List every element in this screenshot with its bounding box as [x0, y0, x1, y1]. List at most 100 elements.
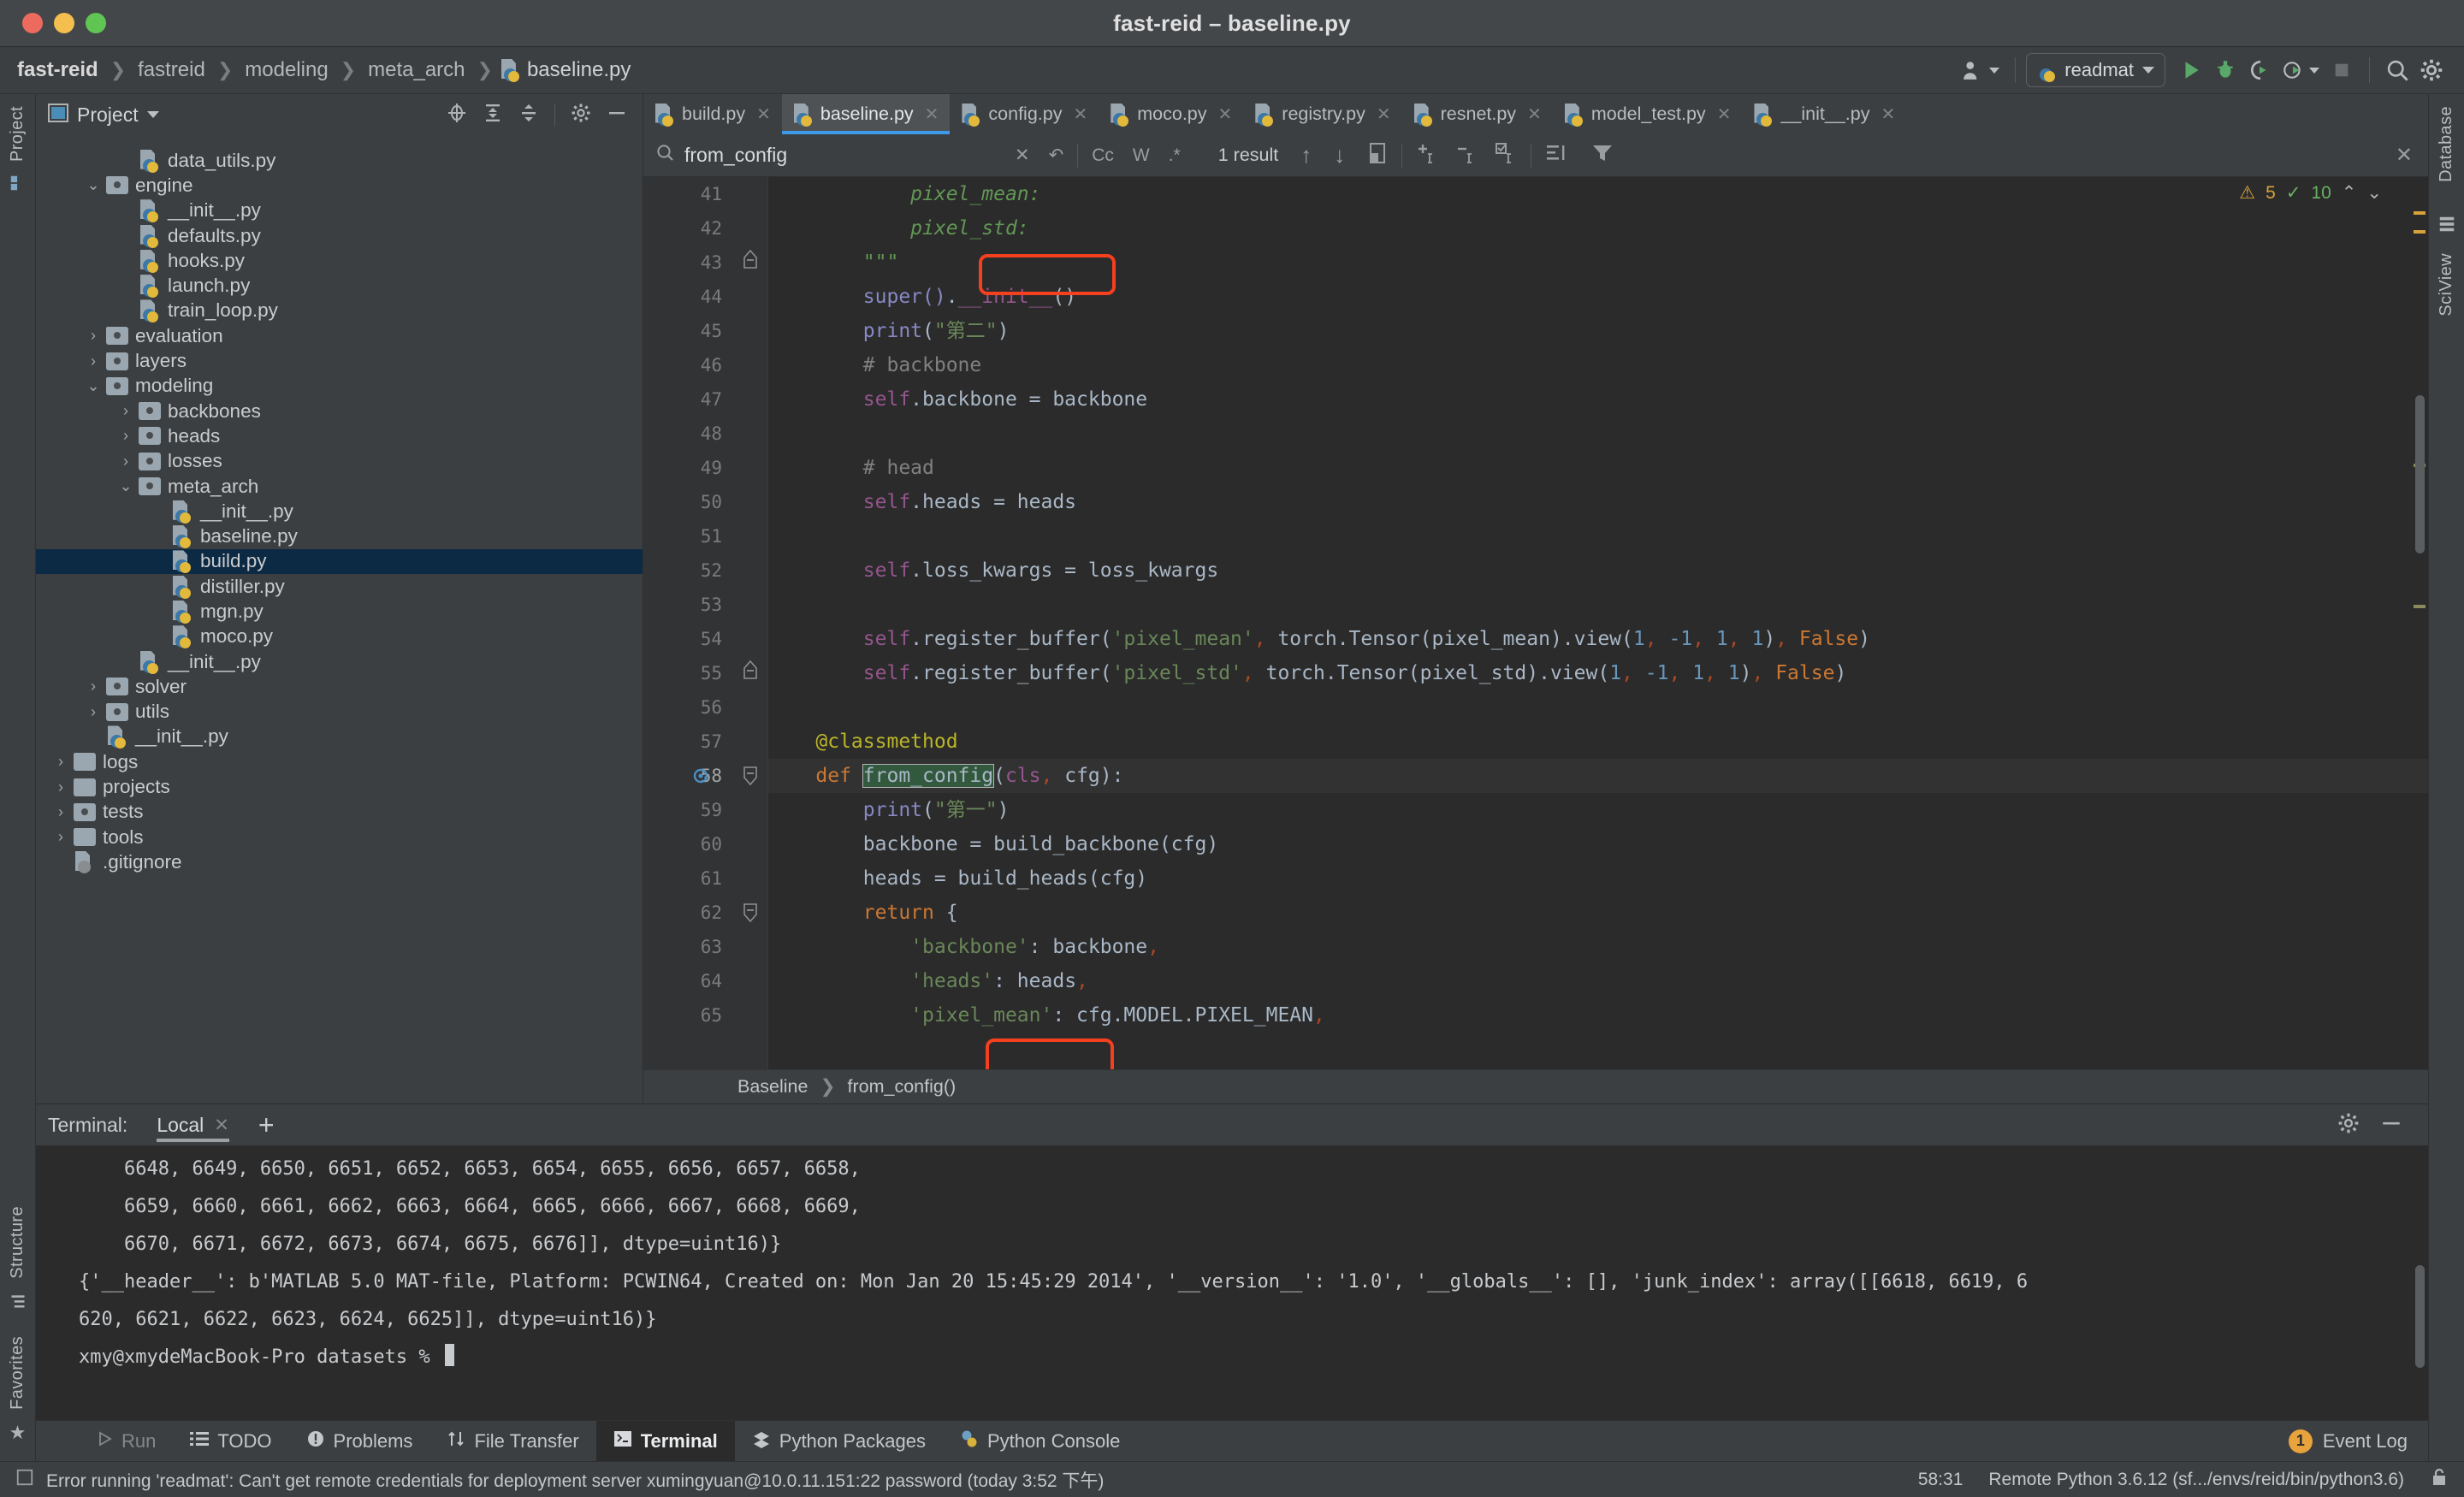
line-number[interactable]: 49: [643, 451, 736, 485]
tool-window-button-python-packages[interactable]: Python Packages: [735, 1421, 943, 1462]
fold-marker[interactable]: [736, 793, 767, 827]
tree-twisty-icon[interactable]: ⌄: [82, 377, 104, 395]
favorites-star-icon[interactable]: ★: [9, 1422, 27, 1444]
tree-item-build-py[interactable]: build.py: [36, 549, 643, 574]
tree-item-hooks-py[interactable]: hooks.py: [36, 248, 643, 273]
fold-marker[interactable]: [736, 896, 767, 930]
breadcrumb-method[interactable]: from_config(): [848, 1076, 957, 1098]
code-line[interactable]: self.backbone = backbone: [768, 382, 2428, 417]
structure-rail-icon[interactable]: [9, 1293, 27, 1314]
tool-window-button-todo[interactable]: TODO: [173, 1421, 288, 1462]
editor-scrollbar[interactable]: [2411, 177, 2428, 1069]
clear-icon[interactable]: ✕: [1015, 145, 1030, 166]
tree-item-layers[interactable]: ›layers: [36, 348, 643, 373]
breadcrumb-item-meta-arch[interactable]: meta_arch: [364, 58, 468, 82]
fold-marker[interactable]: [736, 519, 767, 553]
database-rail-icon[interactable]: [9, 174, 27, 197]
rail-item-sciview[interactable]: SciView: [2437, 253, 2456, 317]
expand-all-icon[interactable]: [483, 103, 503, 127]
tree-item-heads[interactable]: ›heads: [36, 423, 643, 448]
code-line[interactable]: print("第二"): [768, 314, 2428, 348]
tree-twisty-icon[interactable]: ›: [82, 703, 104, 721]
fold-marker[interactable]: [736, 930, 767, 964]
tree-item-losses[interactable]: ›losses: [36, 449, 643, 474]
tree-item-mgn-py[interactable]: mgn.py: [36, 599, 643, 624]
editor-tab---init---py[interactable]: __init__.py✕: [1742, 94, 1906, 134]
breadcrumb-item-file[interactable]: baseline.py: [501, 58, 631, 82]
profile-button[interactable]: [2277, 52, 2325, 88]
code-line[interactable]: @classmethod: [768, 725, 2428, 759]
close-tab-icon[interactable]: ✕: [1073, 104, 1087, 125]
warning-marker[interactable]: [2414, 230, 2426, 234]
code-line[interactable]: [768, 417, 2428, 451]
chevron-down-icon[interactable]: ⌄: [2366, 182, 2382, 204]
tree-item-backbones[interactable]: ›backbones: [36, 399, 643, 423]
user-account-button[interactable]: [1957, 52, 2005, 88]
code-line[interactable]: self.heads = heads: [768, 485, 2428, 519]
line-number[interactable]: 55: [643, 656, 736, 690]
fold-marker[interactable]: [736, 759, 767, 793]
search-everywhere-button[interactable]: [2380, 52, 2414, 88]
editor-tab-bar[interactable]: build.py✕baseline.py✕config.py✕moco.py✕r…: [643, 94, 2428, 134]
fold-marker[interactable]: [736, 588, 767, 622]
line-number[interactable]: 57: [643, 725, 736, 759]
tree-twisty-icon[interactable]: ›: [50, 753, 72, 771]
editor-tab-model-test-py[interactable]: model_test.py✕: [1553, 94, 1743, 134]
tree-item-engine[interactable]: ⌄engine: [36, 173, 643, 198]
python-interpreter[interactable]: Remote Python 3.6.12 (sf.../envs/reid/bi…: [1988, 1470, 2404, 1490]
code-line[interactable]: self.loss_kwargs = loss_kwargs: [768, 553, 2428, 588]
terminal-settings-icon[interactable]: [2337, 1112, 2360, 1139]
line-number[interactable]: 51: [643, 519, 736, 553]
line-number[interactable]: 42: [643, 211, 736, 246]
rail-item-project[interactable]: Project: [8, 106, 27, 162]
lock-icon[interactable]: [2430, 1467, 2449, 1492]
tree-twisty-icon[interactable]: ›: [50, 803, 72, 821]
code-folding-column[interactable]: [736, 177, 768, 1069]
code-line[interactable]: backbone = build_backbone(cfg): [768, 827, 2428, 861]
code-line[interactable]: 'pixel_mean': cfg.MODEL.PIXEL_MEAN,: [768, 998, 2428, 1033]
code-line[interactable]: # head: [768, 451, 2428, 485]
fold-marker[interactable]: [736, 211, 767, 246]
fold-marker[interactable]: [736, 280, 767, 314]
code-line[interactable]: def from_config(cls, cfg):: [768, 759, 2428, 793]
terminal-tab-local[interactable]: Local ✕: [153, 1106, 236, 1144]
fold-marker[interactable]: [736, 348, 767, 382]
tree-item-utils[interactable]: ›utils: [36, 700, 643, 725]
tree-item-tools[interactable]: ›tools: [36, 825, 643, 849]
code-line[interactable]: [768, 588, 2428, 622]
whole-words-toggle[interactable]: W: [1133, 145, 1150, 166]
tree-item--gitignore[interactable]: .gitignore: [36, 849, 643, 874]
line-number[interactable]: 60: [643, 827, 736, 861]
line-number[interactable]: 56: [643, 690, 736, 725]
match-case-toggle[interactable]: Cc: [1092, 145, 1114, 166]
find-input[interactable]: from_config: [684, 144, 787, 167]
prev-match-icon[interactable]: ↑: [1300, 142, 1312, 169]
toggle-lines-icon[interactable]: [1545, 143, 1567, 168]
breadcrumb-class[interactable]: Baseline: [737, 1076, 808, 1098]
breadcrumb-item-fastreid[interactable]: fastreid: [134, 58, 209, 82]
fold-marker[interactable]: [736, 964, 767, 998]
terminal-output[interactable]: 6648, 6649, 6650, 6651, 6652, 6653, 6654…: [36, 1145, 2428, 1420]
code-line[interactable]: # backbone: [768, 348, 2428, 382]
close-tab-icon[interactable]: ✕: [1377, 104, 1391, 125]
rail-item-database[interactable]: Database: [2437, 106, 2456, 182]
tree-item---init---py[interactable]: __init__.py: [36, 725, 643, 749]
code-lines[interactable]: pixel_mean: pixel_std: """ super().__ini…: [768, 177, 2428, 1069]
close-tab-icon[interactable]: ✕: [1218, 104, 1233, 125]
event-log-button[interactable]: Event Log: [2323, 1430, 2408, 1453]
sciview-rail-icon[interactable]: [2437, 215, 2456, 238]
line-number-gutter[interactable]: 4142434445464748495051525354555657585960…: [643, 177, 736, 1069]
line-number[interactable]: 41: [643, 177, 736, 211]
history-icon[interactable]: ↶: [1049, 145, 1064, 166]
tree-item-train-loop-py[interactable]: train_loop.py: [36, 299, 643, 323]
select-all-icon[interactable]: [1495, 142, 1517, 169]
tool-window-button-terminal[interactable]: Terminal: [596, 1421, 735, 1462]
line-number[interactable]: 47: [643, 382, 736, 417]
tree-item-projects[interactable]: ›projects: [36, 774, 643, 799]
fold-marker[interactable]: [736, 725, 767, 759]
tree-item-data-utils-py[interactable]: data_utils.py: [36, 148, 643, 173]
line-number[interactable]: 64: [643, 964, 736, 998]
fold-marker[interactable]: [736, 417, 767, 451]
tree-item---init---py[interactable]: __init__.py: [36, 198, 643, 223]
line-number[interactable]: 65: [643, 998, 736, 1033]
